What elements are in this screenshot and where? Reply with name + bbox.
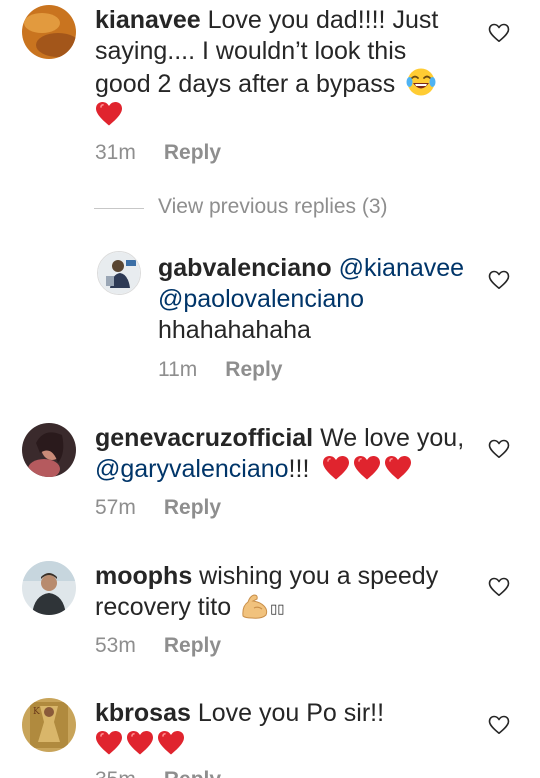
timestamp: 11m bbox=[158, 358, 198, 381]
comment-text-suffix: !!! bbox=[288, 455, 310, 483]
red-heart-emoji-icon bbox=[384, 455, 412, 481]
mention-link[interactable]: @kianavee bbox=[339, 254, 464, 282]
avatar-gabvalenciano[interactable] bbox=[97, 251, 141, 295]
comment-meta: 11m Reply bbox=[158, 358, 282, 382]
reply-button[interactable]: Reply bbox=[164, 768, 221, 778]
comment-meta: 57m Reply bbox=[95, 496, 221, 520]
reply-body: gabvalenciano @kianavee @paolovalenciano… bbox=[158, 253, 478, 346]
comment-body: genevacruzofficial We love you, @garyval… bbox=[95, 423, 475, 485]
red-heart-emoji-icon bbox=[126, 730, 154, 756]
username[interactable]: kianavee bbox=[95, 6, 201, 34]
comment-body: kianavee Love you dad!!!! Just saying...… bbox=[95, 5, 465, 131]
username[interactable]: genevacruzofficial bbox=[95, 424, 313, 452]
red-heart-emoji-icon bbox=[353, 455, 381, 481]
flexed-biceps-icon bbox=[242, 594, 268, 619]
timestamp: 31m bbox=[95, 141, 136, 164]
comment-meta: 35m Reply bbox=[95, 768, 221, 778]
comment-meta: 53m Reply bbox=[95, 634, 221, 658]
heart-outline-icon[interactable] bbox=[488, 577, 510, 597]
username[interactable]: kbrosas bbox=[95, 699, 191, 727]
avatar-genevacruzofficial[interactable] bbox=[22, 423, 76, 477]
reply-button[interactable]: Reply bbox=[164, 141, 221, 164]
comment-text: hhahahahaha bbox=[158, 316, 311, 344]
red-heart-emoji-icon bbox=[157, 730, 185, 756]
heart-outline-icon[interactable] bbox=[488, 439, 510, 459]
comment-body: moophs wishing you a speedy recovery tit… bbox=[95, 561, 475, 623]
divider-line bbox=[94, 208, 144, 209]
view-previous-replies-label[interactable]: View previous replies (3) bbox=[158, 195, 388, 219]
comment-body: kbrosas Love you Po sir!! bbox=[95, 698, 475, 760]
reply-button[interactable]: Reply bbox=[225, 358, 282, 381]
avatar-kbrosas[interactable]: K bbox=[22, 698, 76, 752]
red-heart-emoji-icon bbox=[322, 455, 350, 481]
timestamp: 53m bbox=[95, 634, 136, 657]
heart-outline-icon[interactable] bbox=[488, 270, 510, 290]
mention-link[interactable]: @paolovalenciano bbox=[158, 285, 364, 313]
red-heart-emoji-icon bbox=[95, 101, 123, 127]
mention-link[interactable]: @garyvalenciano bbox=[95, 455, 289, 483]
reply-button[interactable]: Reply bbox=[164, 496, 221, 519]
username[interactable]: moophs bbox=[95, 562, 192, 590]
svg-text:K: K bbox=[33, 707, 40, 717]
red-heart-emoji-icon bbox=[95, 730, 123, 756]
comment-text: Love you Po sir!! bbox=[197, 699, 385, 727]
face-with-tears-of-joy-icon bbox=[406, 68, 436, 96]
heart-outline-icon[interactable] bbox=[488, 715, 510, 735]
username[interactable]: gabvalenciano bbox=[158, 254, 332, 282]
comment-meta: 31m Reply bbox=[95, 141, 221, 165]
reply-button[interactable]: Reply bbox=[164, 634, 221, 657]
timestamp: 35m bbox=[95, 768, 136, 778]
avatar-kianavee[interactable] bbox=[22, 5, 76, 59]
unsupported-glyphs: ▯▯ bbox=[270, 601, 285, 616]
heart-outline-icon[interactable] bbox=[488, 23, 510, 43]
avatar-moophs[interactable] bbox=[22, 561, 76, 615]
comment-text: We love you, bbox=[320, 424, 465, 452]
timestamp: 57m bbox=[95, 496, 136, 519]
